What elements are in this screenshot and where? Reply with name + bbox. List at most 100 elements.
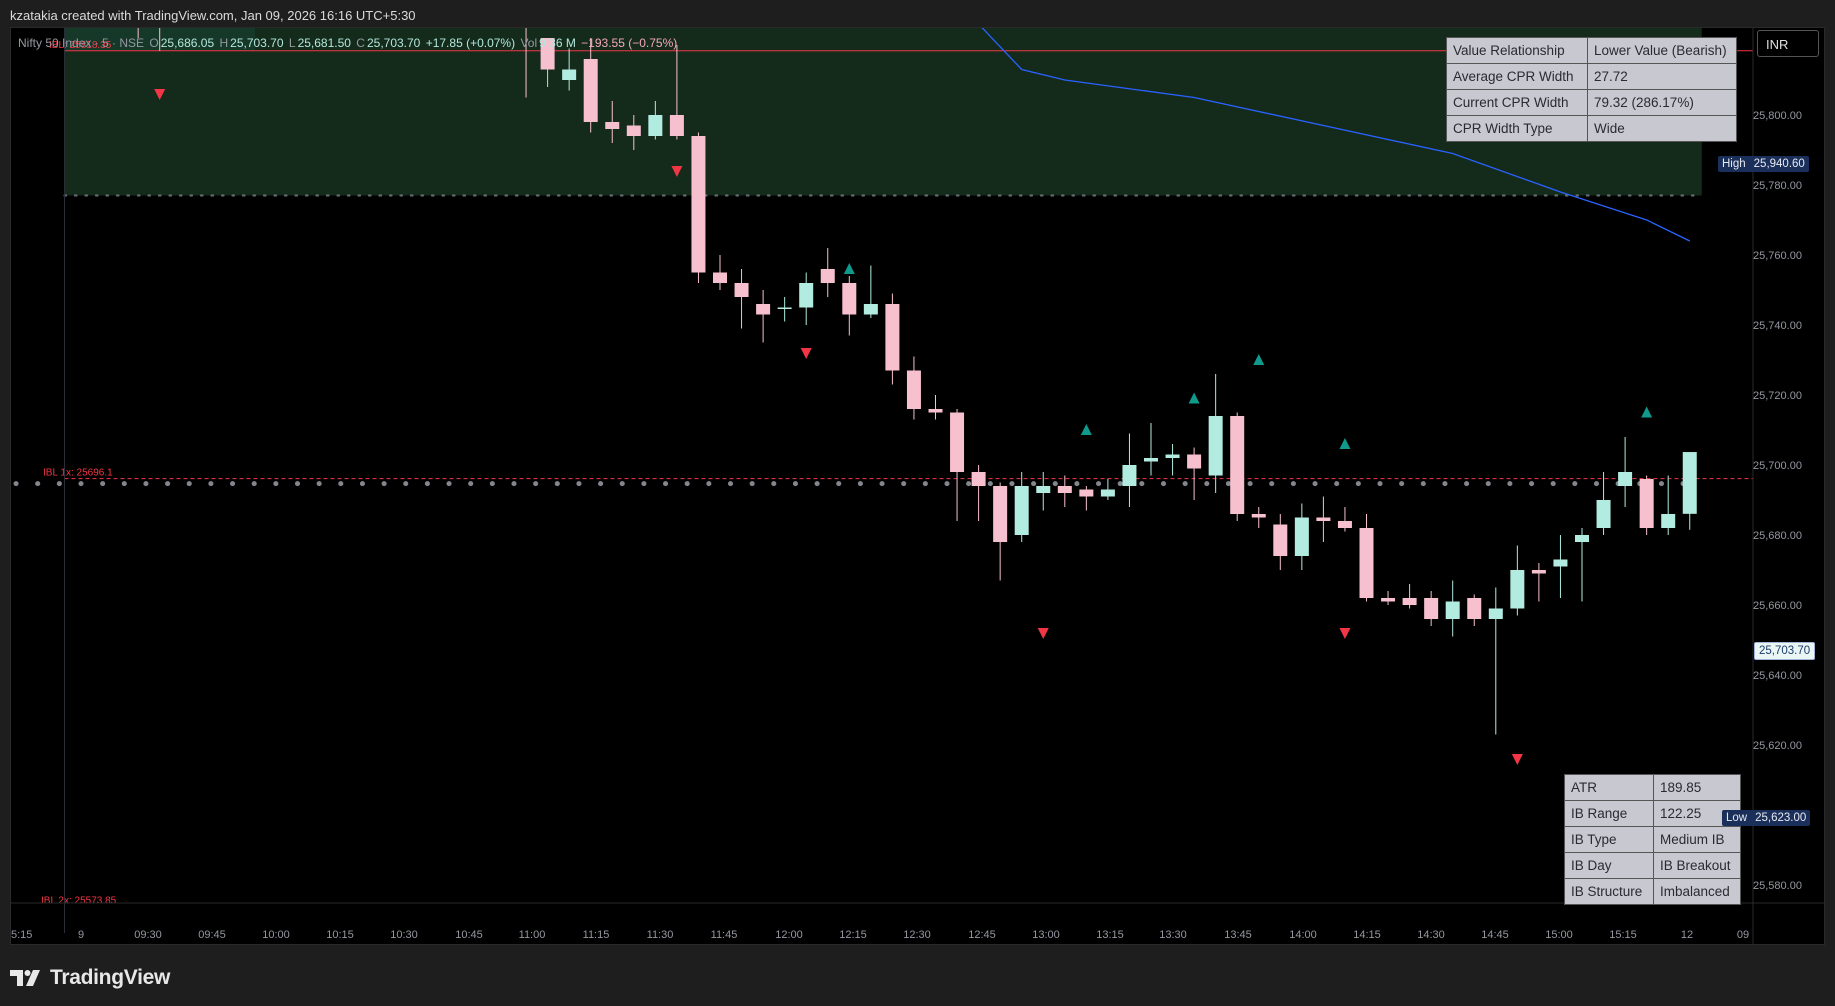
x-tick-label: 09:30 xyxy=(134,929,162,941)
ib-value: IB Breakout xyxy=(1653,852,1741,879)
candle xyxy=(971,472,986,486)
level-label: IBL 2x: 25573.85 xyxy=(41,896,117,907)
x-tick-label: 15:15 xyxy=(1609,929,1637,941)
y-tick-label: 25,720.00 xyxy=(1753,390,1802,402)
table-row: IB Type Medium IB xyxy=(1564,826,1741,853)
x-tick-label: 10:45 xyxy=(455,929,483,941)
attribution-text: kzatakia created with TradingView.com, J… xyxy=(10,8,416,23)
candle xyxy=(1036,486,1051,493)
candle xyxy=(1575,535,1589,542)
x-tick-label: 14:15 xyxy=(1353,929,1381,941)
candle xyxy=(1381,598,1396,602)
y-tick-label: 25,800.00 xyxy=(1753,110,1802,122)
cpr-key: Current CPR Width xyxy=(1446,89,1588,116)
candle xyxy=(1144,458,1158,462)
chart-frame[interactable]: IBH: 25940.6IBL: 25818.35IBL 1x: 25696.1… xyxy=(10,27,1825,945)
table-row: ATR 189.85 xyxy=(1564,774,1741,801)
candle xyxy=(799,283,814,308)
sell-signal-marker xyxy=(1037,628,1049,639)
candle xyxy=(777,307,792,309)
candle xyxy=(1553,559,1568,567)
y-tick-label: 25,660.00 xyxy=(1753,600,1802,612)
candle xyxy=(1057,486,1072,493)
cpr-value: 27.72 xyxy=(1587,63,1737,90)
tradingview-brand: TradingView xyxy=(50,966,171,989)
ib-value: Imbalanced xyxy=(1653,878,1741,905)
candle xyxy=(1122,465,1137,486)
y-tick-label: 25,680.00 xyxy=(1753,530,1802,542)
cpr-key: CPR Width Type xyxy=(1446,115,1588,142)
y-tick-label: 25,620.00 xyxy=(1753,740,1802,752)
candle xyxy=(1294,517,1309,556)
candle xyxy=(669,115,684,136)
sell-signal-marker xyxy=(1511,754,1523,765)
x-tick-label: 9 xyxy=(78,929,84,941)
candle xyxy=(1639,479,1654,528)
ib-value: Medium IB xyxy=(1653,826,1741,853)
candle xyxy=(1596,500,1611,528)
x-tick-label: 14:30 xyxy=(1417,929,1445,941)
candle xyxy=(842,283,857,315)
candle xyxy=(1402,598,1417,605)
legend-close-label: C xyxy=(356,36,365,50)
currency-button[interactable]: INR xyxy=(1757,30,1819,57)
y-tick-label: 25,640.00 xyxy=(1753,670,1802,682)
x-tick-label: 09 xyxy=(1737,929,1749,941)
candle xyxy=(1165,454,1180,458)
candle xyxy=(1488,608,1503,619)
candle xyxy=(950,412,965,472)
candle xyxy=(734,283,749,297)
x-tick-label: 13:15 xyxy=(1096,929,1124,941)
candle xyxy=(885,304,900,371)
candle xyxy=(583,59,598,122)
ib-key: IB Day xyxy=(1564,852,1654,879)
tradingview-logo-icon xyxy=(10,970,40,986)
sell-signal-marker xyxy=(800,348,812,359)
buy-signal-marker xyxy=(1641,406,1653,418)
ib-key: IB Structure xyxy=(1564,878,1654,905)
candle xyxy=(691,136,706,273)
x-tick-label: 12:30 xyxy=(903,929,931,941)
candle xyxy=(993,486,1008,542)
table-row: Value Relationship Lower Value (Bearish) xyxy=(1446,37,1737,64)
y-tick-label: 25,760.00 xyxy=(1753,250,1802,262)
candle xyxy=(1337,521,1352,528)
high-price-tag: High 25,940.60 xyxy=(1718,156,1809,172)
x-tick-label: 11:15 xyxy=(583,929,610,941)
low-tag-value: 25,623.00 xyxy=(1755,812,1807,824)
table-row: Current CPR Width 79.32 (286.17%) xyxy=(1446,89,1737,116)
candle xyxy=(626,125,641,136)
ib-key: IB Range xyxy=(1564,800,1654,827)
table-row: IB Range 122.25 xyxy=(1564,800,1741,827)
y-tick-label: 25,780.00 xyxy=(1753,180,1802,192)
cpr-info-table: Value Relationship Lower Value (Bearish) … xyxy=(1446,37,1737,142)
buy-signal-marker xyxy=(843,263,855,274)
ib-value: 189.85 xyxy=(1653,774,1741,801)
x-tick-label: 12 xyxy=(1681,929,1693,941)
y-tick-label: 25,740.00 xyxy=(1753,320,1802,332)
last-price-tag: 25,703.70 xyxy=(1754,642,1816,660)
table-row: CPR Width Type Wide xyxy=(1446,115,1737,142)
cpr-key: Average CPR Width xyxy=(1446,63,1588,90)
low-tag-label: Low xyxy=(1726,812,1748,824)
legend-high: 25,703.70 xyxy=(230,36,284,50)
x-tick-label: 09:45 xyxy=(198,929,226,941)
candle xyxy=(1618,472,1633,486)
x-tick-label: 5:15 xyxy=(11,929,32,941)
x-tick-label: 13:30 xyxy=(1159,929,1187,941)
y-tick-label: 25,580.00 xyxy=(1753,880,1802,892)
legend-open-label: O xyxy=(149,36,159,50)
x-tick-label: 12:00 xyxy=(775,929,803,941)
ib-key: IB Type xyxy=(1564,826,1654,853)
x-tick-label: 12:15 xyxy=(839,929,867,941)
tradingview-logo[interactable]: TradingView xyxy=(10,966,170,990)
last-tag-value: 25,703.70 xyxy=(1759,645,1811,657)
candle xyxy=(863,304,878,315)
candle xyxy=(1079,489,1094,497)
x-tick-label: 13:00 xyxy=(1032,929,1060,941)
buy-signal-marker xyxy=(1080,424,1092,435)
candle xyxy=(1100,489,1115,497)
legend-low-label: L xyxy=(288,36,296,50)
price-chart[interactable]: IBH: 25940.6IBL: 25818.35IBL 1x: 25696.1… xyxy=(11,28,1824,944)
legend-change: +17.85 (+0.07%) xyxy=(425,36,516,50)
